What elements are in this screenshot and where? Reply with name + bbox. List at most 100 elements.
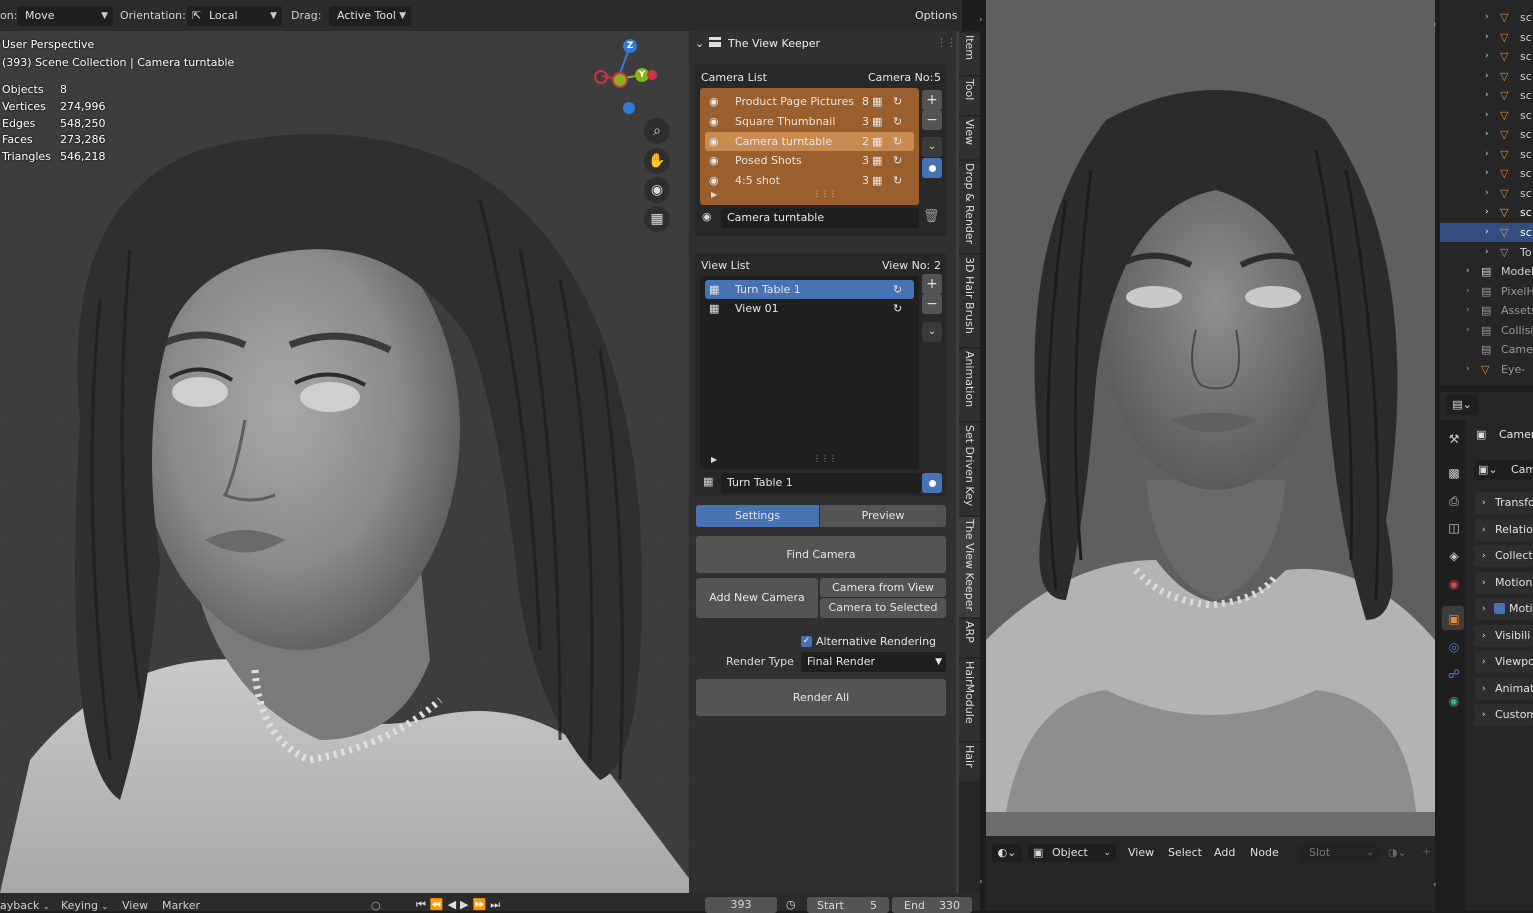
panel-motion-paths[interactable]: › Motion (1474, 572, 1533, 594)
trash-icon[interactable]: 🗑 (923, 209, 940, 224)
find-camera-button[interactable]: Find Camera (696, 536, 946, 573)
zoom-icon[interactable]: ⌕ (644, 118, 670, 144)
chevron-left-icon[interactable]: ‹ (1433, 880, 1437, 890)
tab-preview[interactable]: Preview (820, 505, 946, 527)
object-icon[interactable]: ▣ (1446, 611, 1462, 627)
tab-hairmodule[interactable]: HairModule (959, 659, 980, 741)
expand-arrow-icon[interactable]: › (1485, 125, 1489, 144)
tab-tool[interactable]: Tool (959, 77, 980, 115)
tab-item[interactable]: Item (959, 33, 980, 75)
active-camera-field[interactable]: Camera turntable (721, 208, 919, 228)
resize-handle-icon[interactable]: ⋮⋮⋮ (813, 189, 837, 198)
list-item[interactable]: ▦ View 01 ↻ (705, 299, 914, 318)
refresh-icon[interactable]: ↻ (893, 151, 902, 170)
view-grid-icon[interactable]: ▦ (872, 132, 882, 151)
outliner-row[interactable]: › ▤ PixelH (1440, 282, 1533, 301)
expand-filter-icon[interactable]: ▶ (711, 190, 717, 199)
add-camera-icon[interactable]: + (922, 90, 942, 110)
expand-arrow-icon[interactable]: › (1485, 67, 1489, 86)
slot-dropdown[interactable]: Slot ⌄ (1299, 844, 1379, 862)
outliner-row[interactable]: › ▽ sc (1440, 164, 1533, 183)
camera-to-selected-button[interactable]: Camera to Selected (820, 598, 946, 618)
menu-add[interactable]: Add (1214, 846, 1235, 859)
refresh-icon[interactable]: ↻ (893, 280, 902, 299)
constraint-icon[interactable]: ☍ (1446, 666, 1462, 682)
panel-relations[interactable]: › Relation (1474, 519, 1533, 541)
expand-arrow-icon[interactable]: › (1485, 28, 1489, 47)
panel-collections[interactable]: › Collecti (1474, 545, 1533, 567)
menu-select[interactable]: Select (1168, 846, 1202, 859)
expand-arrow-icon[interactable]: › (1466, 282, 1470, 301)
render-all-button[interactable]: Render All (696, 679, 946, 716)
expand-arrow-icon[interactable]: › (1485, 223, 1489, 242)
tab-view[interactable]: View (959, 117, 980, 159)
view-grid-icon[interactable]: ▦ (872, 171, 882, 190)
list-item[interactable]: ◉ Posed Shots 3 ▦ ↻ (705, 151, 914, 170)
collapse-chevron-icon[interactable]: ⌄ (695, 37, 704, 50)
chevron-down-icon[interactable]: ⌄ (922, 137, 942, 157)
drag-dropdown[interactable]: Active Tool ▼ (329, 6, 411, 26)
list-item-selected[interactable]: ▦ Turn Table 1 ↻ (705, 280, 914, 299)
panel-animation[interactable]: › Animat (1474, 678, 1533, 700)
editor-type-dropdown[interactable]: ▤⌄ (1446, 395, 1478, 415)
expand-arrow-icon[interactable]: › (1485, 145, 1489, 164)
camera-from-view-button[interactable]: Camera from View (820, 578, 946, 597)
chevron-left-icon[interactable]: ‹ (1433, 20, 1437, 30)
refresh-icon[interactable]: ↻ (893, 299, 902, 318)
toggle-dot-icon[interactable] (922, 158, 942, 178)
expand-arrow-icon[interactable]: › (1485, 164, 1489, 183)
refresh-icon[interactable]: ↻ (893, 132, 902, 151)
outliner-row[interactable]: › ▽ sc (1440, 8, 1533, 27)
refresh-icon[interactable]: ↻ (893, 171, 902, 190)
alt-rendering-checkbox[interactable]: ✓ (801, 636, 812, 647)
menu-node[interactable]: Node (1250, 846, 1279, 859)
object-data-field[interactable]: ▣⌄ Cam (1474, 460, 1533, 480)
gizmo-z-axis[interactable]: Z (623, 39, 637, 53)
transform-mode-dropdown[interactable]: Move ▼ (17, 6, 113, 26)
panel-viewport-display[interactable]: › Viewpo (1474, 651, 1533, 673)
outliner-row[interactable]: › ▤ Model (1440, 262, 1533, 281)
outliner-row[interactable]: › ▽ Eye- (1440, 360, 1533, 379)
outliner-row[interactable]: › ▽ sc (1440, 86, 1533, 105)
panel-transform[interactable]: › Transfo (1474, 492, 1533, 514)
editor-type-dropdown[interactable]: ◐⌄ (992, 844, 1022, 862)
outliner-row[interactable]: ▤ Camer (1440, 340, 1533, 359)
perspective-grid-icon[interactable]: ▦ (644, 206, 670, 232)
expand-arrow-icon[interactable]: › (1466, 262, 1470, 281)
scene-icon[interactable]: ◈ (1446, 548, 1462, 564)
menu-view[interactable]: View (1128, 846, 1154, 859)
camera-render-view[interactable] (986, 0, 1435, 836)
world-icon[interactable]: ◉ (1446, 576, 1462, 592)
chevron-right-icon[interactable]: › (979, 15, 983, 25)
autokey-record-icon[interactable]: ○ (371, 899, 381, 912)
chevron-right-icon[interactable]: › (979, 877, 983, 887)
outliner-row-selected[interactable]: › ▽ sc (1440, 223, 1533, 242)
outliner-row[interactable]: › ▽ sc (1440, 125, 1533, 144)
tab-arp[interactable]: ARP (959, 619, 980, 657)
outliner-row[interactable]: › ▤ Collisi (1440, 321, 1533, 340)
tool-icon[interactable]: ⚒ (1446, 431, 1462, 447)
refresh-icon[interactable]: ↻ (893, 112, 902, 131)
camera-view-icon[interactable]: ◉ (644, 177, 670, 203)
remove-view-icon[interactable]: − (922, 294, 942, 314)
expand-arrow-icon[interactable]: › (1485, 243, 1489, 262)
tab-3d-hair-brush[interactable]: 3D Hair Brush (959, 255, 980, 347)
expand-arrow-icon[interactable]: › (1485, 106, 1489, 125)
expand-filter-icon[interactable]: ▶ (711, 455, 717, 464)
outliner-row[interactable]: › ▽ sc (1440, 184, 1533, 203)
remove-camera-icon[interactable]: − (922, 110, 942, 130)
outliner-row[interactable]: › ▤ Assets (1440, 301, 1533, 320)
tab-hair[interactable]: Hair (959, 743, 980, 781)
outliner-row[interactable]: › ▽ sc (1440, 28, 1533, 47)
playback-menu[interactable]: ayback ⌄ (0, 899, 50, 912)
gizmo-neg-z-axis[interactable] (623, 102, 635, 114)
expand-arrow-icon[interactable]: › (1485, 47, 1489, 66)
list-item-selected[interactable]: ◉ Camera turntable 2 ▦ ↻ (705, 132, 914, 151)
expand-arrow-icon[interactable]: › (1485, 86, 1489, 105)
orientation-dropdown[interactable]: ⇱ Local ▼ (187, 6, 282, 26)
panel-custom-properties[interactable]: › Custom (1474, 704, 1533, 726)
view-grid-icon[interactable]: ▦ (872, 151, 882, 170)
refresh-icon[interactable]: ↻ (893, 92, 902, 111)
toggle-dot-icon[interactable] (922, 473, 942, 493)
new-material-icon[interactable]: + (1422, 845, 1431, 858)
